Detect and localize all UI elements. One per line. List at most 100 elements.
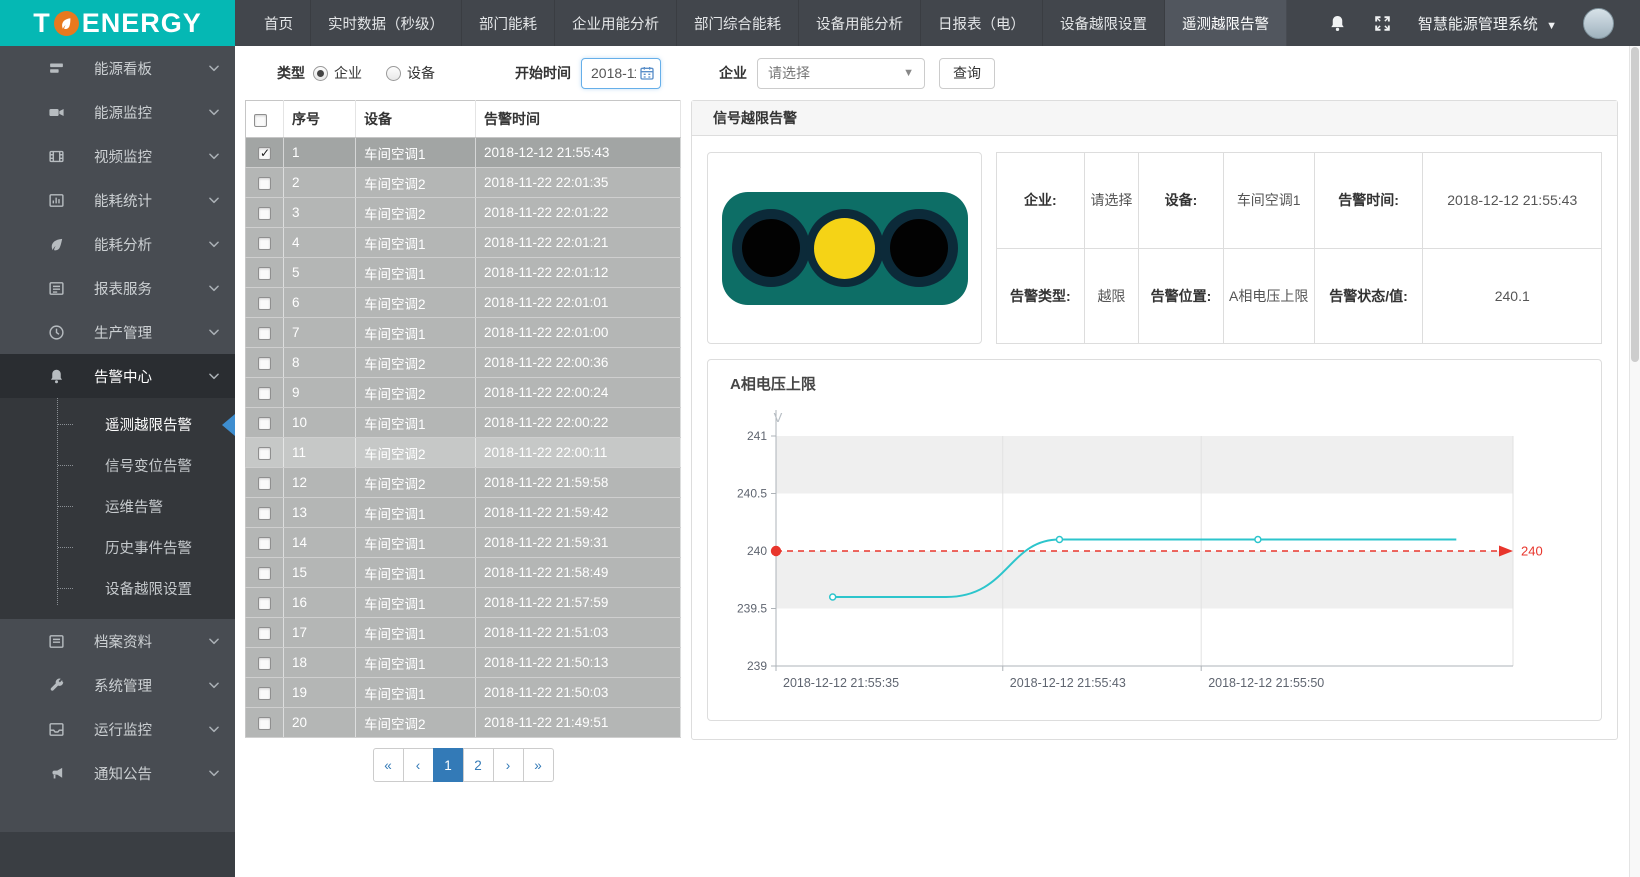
sidebar-item-12[interactable]: 通知公告 bbox=[0, 751, 235, 795]
table-row-10[interactable]: 10车间空调12018-11-22 22:00:22 bbox=[246, 408, 681, 438]
table-row-13[interactable]: 13车间空调12018-11-22 21:59:42 bbox=[246, 498, 681, 528]
vertical-scrollbar[interactable] bbox=[1629, 46, 1640, 877]
table-row-9[interactable]: 9车间空调22018-11-22 22:00:24 bbox=[246, 378, 681, 408]
nav-item-9[interactable]: 遥测越限告警 bbox=[1165, 0, 1287, 46]
chevron-down-icon bbox=[207, 149, 221, 163]
row-checkbox[interactable] bbox=[258, 717, 271, 730]
page-button-‹[interactable]: ‹ bbox=[403, 748, 434, 782]
alarm-info-table: 企业:请选择设备:车间空调1告警时间:2018-12-12 21:55:43告警… bbox=[996, 152, 1602, 344]
row-checkbox[interactable] bbox=[258, 267, 271, 280]
row-checkbox[interactable] bbox=[258, 147, 271, 160]
table-row-20[interactable]: 20车间空调22018-11-22 21:49:51 bbox=[246, 708, 681, 738]
sidebar-item-8[interactable]: 告警中心 bbox=[0, 354, 235, 398]
row-checkbox[interactable] bbox=[258, 417, 271, 430]
page-button-›[interactable]: › bbox=[493, 748, 524, 782]
query-button[interactable]: 查询 bbox=[939, 58, 995, 89]
table-row-4[interactable]: 4车间空调12018-11-22 22:01:21 bbox=[246, 228, 681, 258]
chevron-down-icon bbox=[207, 634, 221, 648]
type-radio-1[interactable] bbox=[313, 66, 328, 81]
row-checkbox[interactable] bbox=[258, 207, 271, 220]
sidebar-item-6[interactable]: 报表服务 bbox=[0, 266, 235, 310]
row-checkbox[interactable] bbox=[258, 657, 271, 670]
scrollbar-thumb[interactable] bbox=[1631, 47, 1639, 362]
nav-item-6[interactable]: 设备用能分析 bbox=[799, 0, 921, 46]
page-button-1[interactable]: 1 bbox=[433, 748, 464, 782]
sidebar-subitem-2[interactable]: 信号变位告警 bbox=[0, 445, 235, 486]
enterprise-filter-label: 企业 bbox=[719, 63, 747, 83]
row-checkbox[interactable] bbox=[258, 177, 271, 190]
cell-time: 2018-11-22 21:50:03 bbox=[476, 678, 681, 708]
info-value: A相电压上限 bbox=[1223, 248, 1314, 344]
table-row-8[interactable]: 8车间空调22018-11-22 22:00:36 bbox=[246, 348, 681, 378]
nav-item-4[interactable]: 企业用能分析 bbox=[555, 0, 677, 46]
table-row-18[interactable]: 18车间空调12018-11-22 21:50:13 bbox=[246, 648, 681, 678]
table-row-1[interactable]: 1车间空调12018-12-12 21:55:43 bbox=[246, 138, 681, 168]
table-row-15[interactable]: 15车间空调12018-11-22 21:58:49 bbox=[246, 558, 681, 588]
row-checkbox[interactable] bbox=[258, 357, 271, 370]
dashboard-icon bbox=[46, 59, 66, 77]
type-radio-label: 设备 bbox=[407, 63, 435, 83]
cell-time: 2018-11-22 22:01:12 bbox=[476, 258, 681, 288]
sidebar-subitem-3[interactable]: 运维告警 bbox=[0, 486, 235, 527]
row-checkbox[interactable] bbox=[258, 537, 271, 550]
sidebar-subitem-1[interactable]: 遥测越限告警 bbox=[0, 404, 235, 445]
sidebar-item-1[interactable]: 能源看板 bbox=[0, 46, 235, 90]
sidebar-footer bbox=[0, 832, 235, 877]
table-row-17[interactable]: 17车间空调12018-11-22 21:51:03 bbox=[246, 618, 681, 648]
sidebar-item-2[interactable]: 能源监控 bbox=[0, 90, 235, 134]
row-checkbox[interactable] bbox=[258, 387, 271, 400]
page-button-»[interactable]: » bbox=[523, 748, 554, 782]
row-checkbox[interactable] bbox=[258, 477, 271, 490]
row-checkbox[interactable] bbox=[258, 597, 271, 610]
row-checkbox[interactable] bbox=[258, 237, 271, 250]
table-row-2[interactable]: 2车间空调22018-11-22 22:01:35 bbox=[246, 168, 681, 198]
sidebar-item-11[interactable]: 运行监控 bbox=[0, 707, 235, 751]
logo[interactable]: T ENERGY bbox=[0, 0, 235, 46]
sidebar-item-3[interactable]: 视频监控 bbox=[0, 134, 235, 178]
row-checkbox[interactable] bbox=[258, 297, 271, 310]
user-avatar[interactable] bbox=[1583, 8, 1614, 39]
sidebar-item-4[interactable]: 能耗统计 bbox=[0, 178, 235, 222]
table-row-16[interactable]: 16车间空调12018-11-22 21:57:59 bbox=[246, 588, 681, 618]
table-row-5[interactable]: 5车间空调12018-11-22 22:01:12 bbox=[246, 258, 681, 288]
sidebar-item-9[interactable]: 档案资料 bbox=[0, 619, 235, 663]
row-checkbox[interactable] bbox=[258, 567, 271, 580]
chevron-down-icon bbox=[207, 369, 221, 383]
page-button-2[interactable]: 2 bbox=[463, 748, 494, 782]
nav-item-5[interactable]: 部门综合能耗 bbox=[677, 0, 799, 46]
sidebar-item-7[interactable]: 生产管理 bbox=[0, 310, 235, 354]
nav-item-1[interactable]: 首页 bbox=[247, 0, 311, 46]
table-row-3[interactable]: 3车间空调22018-11-22 22:01:22 bbox=[246, 198, 681, 228]
table-row-7[interactable]: 7车间空调12018-11-22 22:01:00 bbox=[246, 318, 681, 348]
enterprise-select-value: 请选择 bbox=[768, 63, 810, 83]
system-manage-icon bbox=[46, 676, 66, 694]
nav-item-7[interactable]: 日报表（电） bbox=[921, 0, 1043, 46]
enterprise-select[interactable]: 请选择 ▼ bbox=[757, 58, 925, 89]
row-checkbox[interactable] bbox=[258, 627, 271, 640]
nav-item-3[interactable]: 部门能耗 bbox=[462, 0, 555, 46]
table-row-6[interactable]: 6车间空调22018-11-22 22:01:01 bbox=[246, 288, 681, 318]
sidebar-item-10[interactable]: 系统管理 bbox=[0, 663, 235, 707]
select-all-checkbox[interactable] bbox=[254, 114, 267, 127]
nav-item-2[interactable]: 实时数据（秒级） bbox=[311, 0, 462, 46]
row-checkbox[interactable] bbox=[258, 447, 271, 460]
row-checkbox[interactable] bbox=[258, 327, 271, 340]
sidebar-subitem-5[interactable]: 设备越限设置 bbox=[0, 568, 235, 609]
nav-item-8[interactable]: 设备越限设置 bbox=[1043, 0, 1165, 46]
notice-icon bbox=[46, 764, 66, 782]
table-row-14[interactable]: 14车间空调12018-11-22 21:59:31 bbox=[246, 528, 681, 558]
row-checkbox[interactable] bbox=[258, 507, 271, 520]
sidebar-item-5[interactable]: 能耗分析 bbox=[0, 222, 235, 266]
calendar-icon[interactable] bbox=[639, 65, 655, 81]
cell-no: 10 bbox=[284, 408, 356, 438]
sidebar-subitem-4[interactable]: 历史事件告警 bbox=[0, 527, 235, 568]
page-button-«[interactable]: « bbox=[373, 748, 404, 782]
notification-bell-icon[interactable] bbox=[1328, 14, 1347, 33]
table-row-19[interactable]: 19车间空调12018-11-22 21:50:03 bbox=[246, 678, 681, 708]
system-title-dropdown[interactable]: 智慧能源管理系统 ▼ bbox=[1418, 13, 1557, 34]
table-row-12[interactable]: 12车间空调22018-11-22 21:59:58 bbox=[246, 468, 681, 498]
type-radio-2[interactable] bbox=[386, 66, 401, 81]
fullscreen-icon[interactable] bbox=[1373, 14, 1392, 33]
table-row-11[interactable]: 11车间空调22018-11-22 22:00:11 bbox=[246, 438, 681, 468]
row-checkbox[interactable] bbox=[258, 687, 271, 700]
